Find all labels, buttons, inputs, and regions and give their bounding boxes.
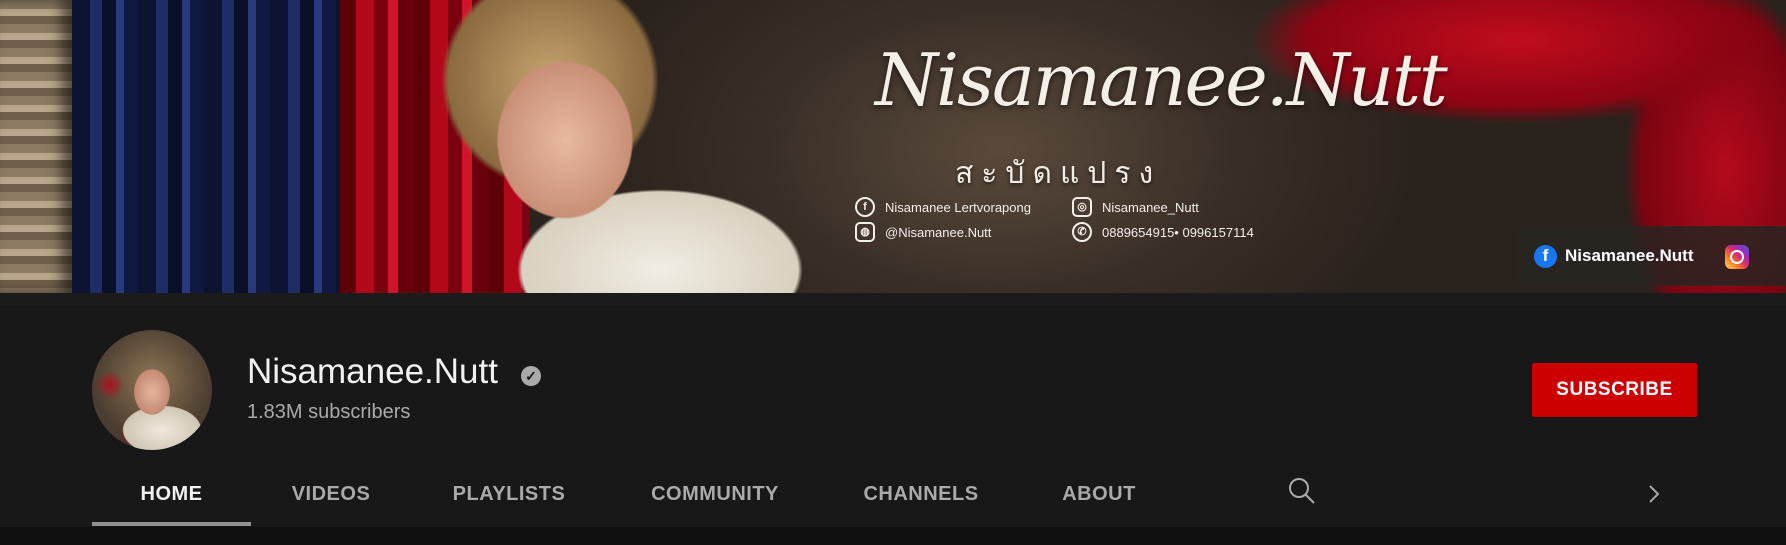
tab-about[interactable]: ABOUT (1019, 462, 1179, 526)
banner-subtitle: สะบัดแปรง (955, 157, 1162, 190)
verified-badge-icon: ✓ (521, 366, 541, 386)
instagram-link-icon[interactable] (1725, 245, 1749, 269)
phone-icon: ✆ (1072, 222, 1092, 242)
search-icon-graphic (1289, 478, 1315, 504)
content-area-top (0, 527, 1786, 545)
search-icon[interactable] (1287, 476, 1317, 512)
avatar[interactable] (92, 330, 212, 450)
banner-contact-facebook: f Nisamanee Lertvorapong (855, 197, 1031, 217)
tab-community[interactable]: COMMUNITY (607, 462, 823, 526)
chevron-right-icon-graphic (1649, 485, 1660, 503)
instagram-icon: ◎ (1072, 197, 1092, 217)
banner-contact-instagram-text: Nisamanee_Nutt (1102, 199, 1199, 215)
tab-channels[interactable]: CHANNELS (823, 462, 1019, 526)
subscribe-button[interactable]: SUBSCRIBE (1532, 363, 1697, 417)
banner-frame-decoration (0, 0, 72, 293)
tab-home[interactable]: HOME (92, 462, 251, 526)
line-icon: ◍ (855, 222, 875, 242)
chevron-right-icon[interactable] (1642, 476, 1666, 512)
banner-contact-instagram: ◎ Nisamanee_Nutt (1072, 197, 1199, 217)
banner-contact-line: ◍ @Nisamanee.Nutt (855, 222, 991, 242)
channel-name: Nisamanee.Nutt (247, 352, 498, 391)
banner-blue-curtain (72, 0, 362, 293)
banner-social-links: f Nisamanee.Nutt (1517, 226, 1786, 286)
banner-logo-text: Nisamanee.Nutt (875, 38, 1448, 122)
header-divider (0, 293, 1786, 305)
banner-contact-line-text: @Nisamanee.Nutt (885, 224, 992, 240)
channel-banner: Nisamanee.Nutt สะบัดแปรง f Nisamanee Ler… (0, 0, 1786, 293)
tab-playlists[interactable]: PLAYLISTS (411, 462, 607, 526)
subscriber-count: 1.83M subscribers (247, 401, 411, 423)
tab-videos[interactable]: VIDEOS (251, 462, 411, 526)
banner-contact-phone: ✆ 0889654915• 0996157114 (1072, 222, 1254, 242)
channel-tabs: HOME VIDEOS PLAYLISTS COMMUNITY CHANNELS… (92, 462, 1772, 526)
facebook-link-icon[interactable]: f (1534, 244, 1557, 268)
facebook-link[interactable]: Nisamanee.Nutt (1565, 246, 1693, 266)
banner-portrait (330, 0, 890, 293)
facebook-icon: f (855, 197, 875, 217)
banner-contact-facebook-text: Nisamanee Lertvorapong (885, 199, 1031, 215)
banner-contact-phone-text: 0889654915• 0996157114 (1102, 224, 1254, 240)
